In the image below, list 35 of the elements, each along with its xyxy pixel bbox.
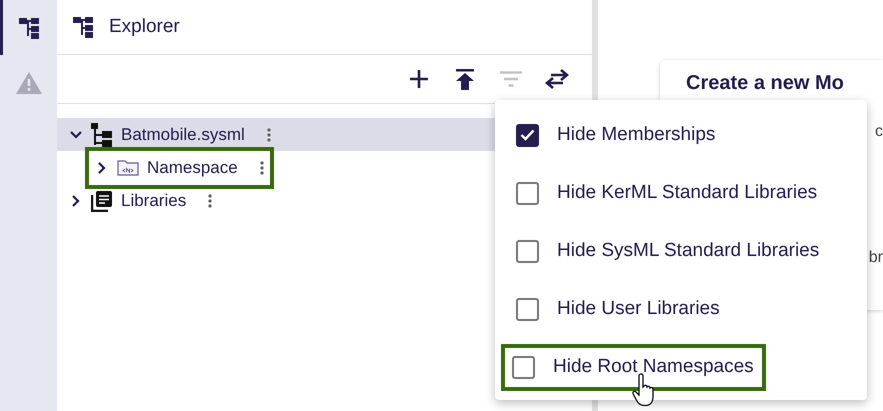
tree-label: Namespace: [147, 158, 238, 178]
more-icon[interactable]: [260, 160, 264, 174]
more-icon[interactable]: [208, 194, 212, 208]
menu-item[interactable]: Hide User Libraries: [505, 298, 720, 320]
warning-icon: [14, 70, 42, 94]
menu-item-label[interactable]: Hide User Libraries: [557, 298, 720, 320]
tree-icon: [71, 15, 95, 39]
upload-icon: [456, 68, 474, 90]
checkbox[interactable]: [516, 240, 539, 262]
check-icon: [520, 129, 535, 141]
library-icon: [91, 190, 113, 212]
tree-icon: [16, 16, 40, 40]
add-icon: [409, 69, 429, 89]
more-icon[interactable]: [266, 128, 271, 142]
checkbox[interactable]: [516, 298, 539, 320]
checkbox[interactable]: [516, 182, 539, 204]
card-text: c: [875, 123, 883, 141]
tree-icon: [91, 122, 113, 146]
card-title: Create a new Mo: [686, 72, 845, 95]
swap-icon: [545, 69, 569, 89]
menu-item-label[interactable]: Hide SysML Standard Libraries: [557, 240, 820, 262]
filter-icon: [500, 71, 522, 87]
checkbox[interactable]: [512, 356, 535, 378]
swap-button[interactable]: [544, 66, 570, 92]
panel-title: Explorer: [109, 16, 180, 38]
tree-row[interactable]: Namespace: [57, 151, 592, 184]
menu-item-label[interactable]: Hide Root Namespaces: [553, 356, 754, 378]
card-text: br: [868, 249, 883, 267]
folder-icon: [117, 160, 139, 176]
menu-item[interactable]: Hide SysML Standard Libraries: [505, 240, 820, 262]
tree-label: Libraries: [121, 190, 186, 210]
checkbox[interactable]: [516, 124, 539, 146]
menu-item[interactable]: Hide KerML Standard Libraries: [505, 182, 818, 204]
menu-item-label[interactable]: Hide KerML Standard Libraries: [557, 182, 818, 204]
tree-label: Batmobile.sysml: [121, 124, 245, 144]
